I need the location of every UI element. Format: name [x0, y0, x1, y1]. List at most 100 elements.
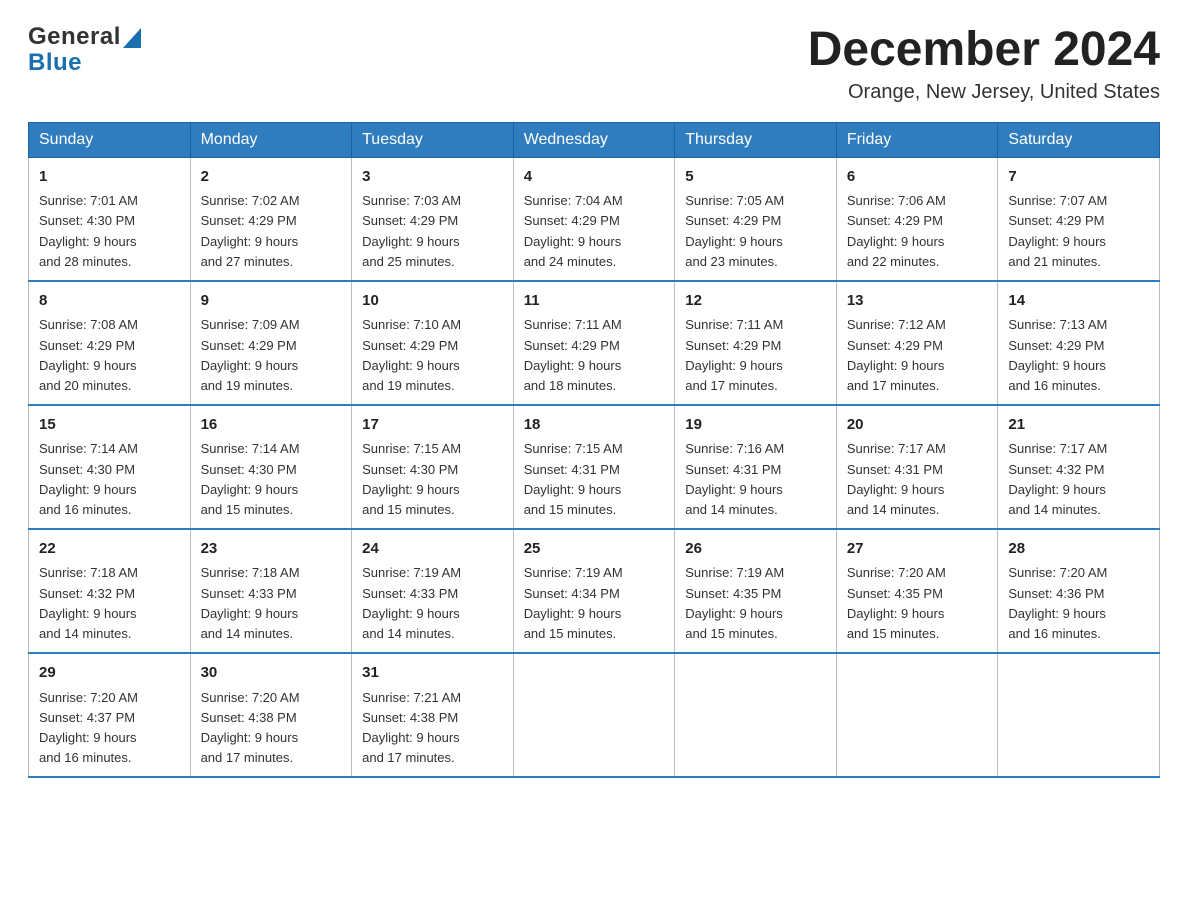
day-info: Sunrise: 7:18 AMSunset: 4:33 PMDaylight:… [201, 563, 342, 644]
day-info: Sunrise: 7:18 AMSunset: 4:32 PMDaylight:… [39, 563, 180, 644]
calendar-day-cell: 17Sunrise: 7:15 AMSunset: 4:30 PMDayligh… [352, 405, 514, 529]
day-info: Sunrise: 7:02 AMSunset: 4:29 PMDaylight:… [201, 191, 342, 272]
day-info: Sunrise: 7:15 AMSunset: 4:30 PMDaylight:… [362, 439, 503, 520]
day-info: Sunrise: 7:16 AMSunset: 4:31 PMDaylight:… [685, 439, 826, 520]
logo-general-text: General [28, 24, 121, 50]
calendar-title-area: December 2024 Orange, New Jersey, United… [808, 24, 1160, 104]
day-info: Sunrise: 7:10 AMSunset: 4:29 PMDaylight:… [362, 315, 503, 396]
calendar-day-cell: 14Sunrise: 7:13 AMSunset: 4:29 PMDayligh… [998, 281, 1160, 405]
calendar-day-cell: 25Sunrise: 7:19 AMSunset: 4:34 PMDayligh… [513, 529, 675, 653]
calendar-day-cell: 11Sunrise: 7:11 AMSunset: 4:29 PMDayligh… [513, 281, 675, 405]
logo-blue-text: Blue [28, 50, 141, 76]
calendar-week-row: 8Sunrise: 7:08 AMSunset: 4:29 PMDaylight… [29, 281, 1160, 405]
calendar-header-row: SundayMondayTuesdayWednesdayThursdayFrid… [29, 122, 1160, 157]
calendar-day-cell: 9Sunrise: 7:09 AMSunset: 4:29 PMDaylight… [190, 281, 352, 405]
day-info: Sunrise: 7:08 AMSunset: 4:29 PMDaylight:… [39, 315, 180, 396]
calendar-day-cell: 3Sunrise: 7:03 AMSunset: 4:29 PMDaylight… [352, 157, 514, 281]
calendar-week-row: 22Sunrise: 7:18 AMSunset: 4:32 PMDayligh… [29, 529, 1160, 653]
day-info: Sunrise: 7:15 AMSunset: 4:31 PMDaylight:… [524, 439, 665, 520]
day-number: 17 [362, 414, 503, 437]
day-number: 20 [847, 414, 988, 437]
calendar-day-cell: 20Sunrise: 7:17 AMSunset: 4:31 PMDayligh… [836, 405, 998, 529]
day-info: Sunrise: 7:13 AMSunset: 4:29 PMDaylight:… [1008, 315, 1149, 396]
day-info: Sunrise: 7:14 AMSunset: 4:30 PMDaylight:… [39, 439, 180, 520]
day-number: 22 [39, 538, 180, 561]
calendar-day-cell: 23Sunrise: 7:18 AMSunset: 4:33 PMDayligh… [190, 529, 352, 653]
weekday-header-sunday: Sunday [29, 122, 191, 157]
logo-text: General Blue [28, 24, 141, 77]
day-number: 23 [201, 538, 342, 561]
calendar-day-cell: 21Sunrise: 7:17 AMSunset: 4:32 PMDayligh… [998, 405, 1160, 529]
day-number: 27 [847, 538, 988, 561]
day-number: 2 [201, 166, 342, 189]
day-info: Sunrise: 7:07 AMSunset: 4:29 PMDaylight:… [1008, 191, 1149, 272]
calendar-day-cell: 5Sunrise: 7:05 AMSunset: 4:29 PMDaylight… [675, 157, 837, 281]
calendar-day-cell: 6Sunrise: 7:06 AMSunset: 4:29 PMDaylight… [836, 157, 998, 281]
day-info: Sunrise: 7:14 AMSunset: 4:30 PMDaylight:… [201, 439, 342, 520]
day-info: Sunrise: 7:21 AMSunset: 4:38 PMDaylight:… [362, 688, 503, 769]
calendar-day-cell: 29Sunrise: 7:20 AMSunset: 4:37 PMDayligh… [29, 653, 191, 777]
calendar-day-cell [998, 653, 1160, 777]
weekday-header-monday: Monday [190, 122, 352, 157]
day-info: Sunrise: 7:09 AMSunset: 4:29 PMDaylight:… [201, 315, 342, 396]
logo-triangle-icon [123, 28, 141, 48]
day-info: Sunrise: 7:20 AMSunset: 4:36 PMDaylight:… [1008, 563, 1149, 644]
weekday-header-friday: Friday [836, 122, 998, 157]
calendar-week-row: 15Sunrise: 7:14 AMSunset: 4:30 PMDayligh… [29, 405, 1160, 529]
calendar-table: SundayMondayTuesdayWednesdayThursdayFrid… [28, 122, 1160, 778]
day-number: 3 [362, 166, 503, 189]
day-info: Sunrise: 7:12 AMSunset: 4:29 PMDaylight:… [847, 315, 988, 396]
day-number: 28 [1008, 538, 1149, 561]
day-info: Sunrise: 7:20 AMSunset: 4:37 PMDaylight:… [39, 688, 180, 769]
weekday-header-wednesday: Wednesday [513, 122, 675, 157]
weekday-header-thursday: Thursday [675, 122, 837, 157]
calendar-day-cell [675, 653, 837, 777]
day-info: Sunrise: 7:17 AMSunset: 4:32 PMDaylight:… [1008, 439, 1149, 520]
day-number: 19 [685, 414, 826, 437]
calendar-day-cell: 10Sunrise: 7:10 AMSunset: 4:29 PMDayligh… [352, 281, 514, 405]
calendar-day-cell: 16Sunrise: 7:14 AMSunset: 4:30 PMDayligh… [190, 405, 352, 529]
day-number: 11 [524, 290, 665, 313]
day-number: 1 [39, 166, 180, 189]
day-number: 7 [1008, 166, 1149, 189]
day-info: Sunrise: 7:04 AMSunset: 4:29 PMDaylight:… [524, 191, 665, 272]
calendar-day-cell: 4Sunrise: 7:04 AMSunset: 4:29 PMDaylight… [513, 157, 675, 281]
day-number: 31 [362, 662, 503, 685]
calendar-day-cell: 1Sunrise: 7:01 AMSunset: 4:30 PMDaylight… [29, 157, 191, 281]
calendar-day-cell: 24Sunrise: 7:19 AMSunset: 4:33 PMDayligh… [352, 529, 514, 653]
calendar-day-cell: 15Sunrise: 7:14 AMSunset: 4:30 PMDayligh… [29, 405, 191, 529]
calendar-day-cell: 30 Sunrise: 7:20 AMSunset: 4:38 PMDayligh… [190, 653, 352, 777]
day-number: 21 [1008, 414, 1149, 437]
day-info: Sunrise: 7:19 AMSunset: 4:34 PMDaylight:… [524, 563, 665, 644]
day-number: 4 [524, 166, 665, 189]
calendar-week-row: 1Sunrise: 7:01 AMSunset: 4:30 PMDaylight… [29, 157, 1160, 281]
day-number: 10 [362, 290, 503, 313]
day-info: Sunrise: 7:19 AMSunset: 4:35 PMDaylight:… [685, 563, 826, 644]
calendar-day-cell: 7Sunrise: 7:07 AMSunset: 4:29 PMDaylight… [998, 157, 1160, 281]
day-number: 9 [201, 290, 342, 313]
calendar-subtitle: Orange, New Jersey, United States [808, 81, 1160, 104]
day-info: Sunrise: 7:11 AMSunset: 4:29 PMDaylight:… [685, 315, 826, 396]
calendar-day-cell: 31 Sunrise: 7:21 AMSunset: 4:38 PMDayligh… [352, 653, 514, 777]
day-info: Sunrise: 7:20 AMSunset: 4:38 PMDaylight:… [201, 688, 342, 769]
day-number: 12 [685, 290, 826, 313]
day-number: 16 [201, 414, 342, 437]
day-info: Sunrise: 7:19 AMSunset: 4:33 PMDaylight:… [362, 563, 503, 644]
weekday-header-tuesday: Tuesday [352, 122, 514, 157]
day-info: Sunrise: 7:01 AMSunset: 4:30 PMDaylight:… [39, 191, 180, 272]
calendar-day-cell: 19Sunrise: 7:16 AMSunset: 4:31 PMDayligh… [675, 405, 837, 529]
calendar-day-cell: 12Sunrise: 7:11 AMSunset: 4:29 PMDayligh… [675, 281, 837, 405]
calendar-day-cell: 22Sunrise: 7:18 AMSunset: 4:32 PMDayligh… [29, 529, 191, 653]
calendar-day-cell: 2Sunrise: 7:02 AMSunset: 4:29 PMDaylight… [190, 157, 352, 281]
day-number: 15 [39, 414, 180, 437]
day-info: Sunrise: 7:11 AMSunset: 4:29 PMDaylight:… [524, 315, 665, 396]
day-number: 14 [1008, 290, 1149, 313]
calendar-title: December 2024 [808, 24, 1160, 77]
logo: General Blue [28, 24, 141, 77]
day-number: 25 [524, 538, 665, 561]
day-info: Sunrise: 7:03 AMSunset: 4:29 PMDaylight:… [362, 191, 503, 272]
day-info: Sunrise: 7:17 AMSunset: 4:31 PMDaylight:… [847, 439, 988, 520]
page-header: General Blue December 2024 Orange, New J… [28, 24, 1160, 104]
weekday-header-saturday: Saturday [998, 122, 1160, 157]
day-number: 30 [201, 662, 342, 685]
